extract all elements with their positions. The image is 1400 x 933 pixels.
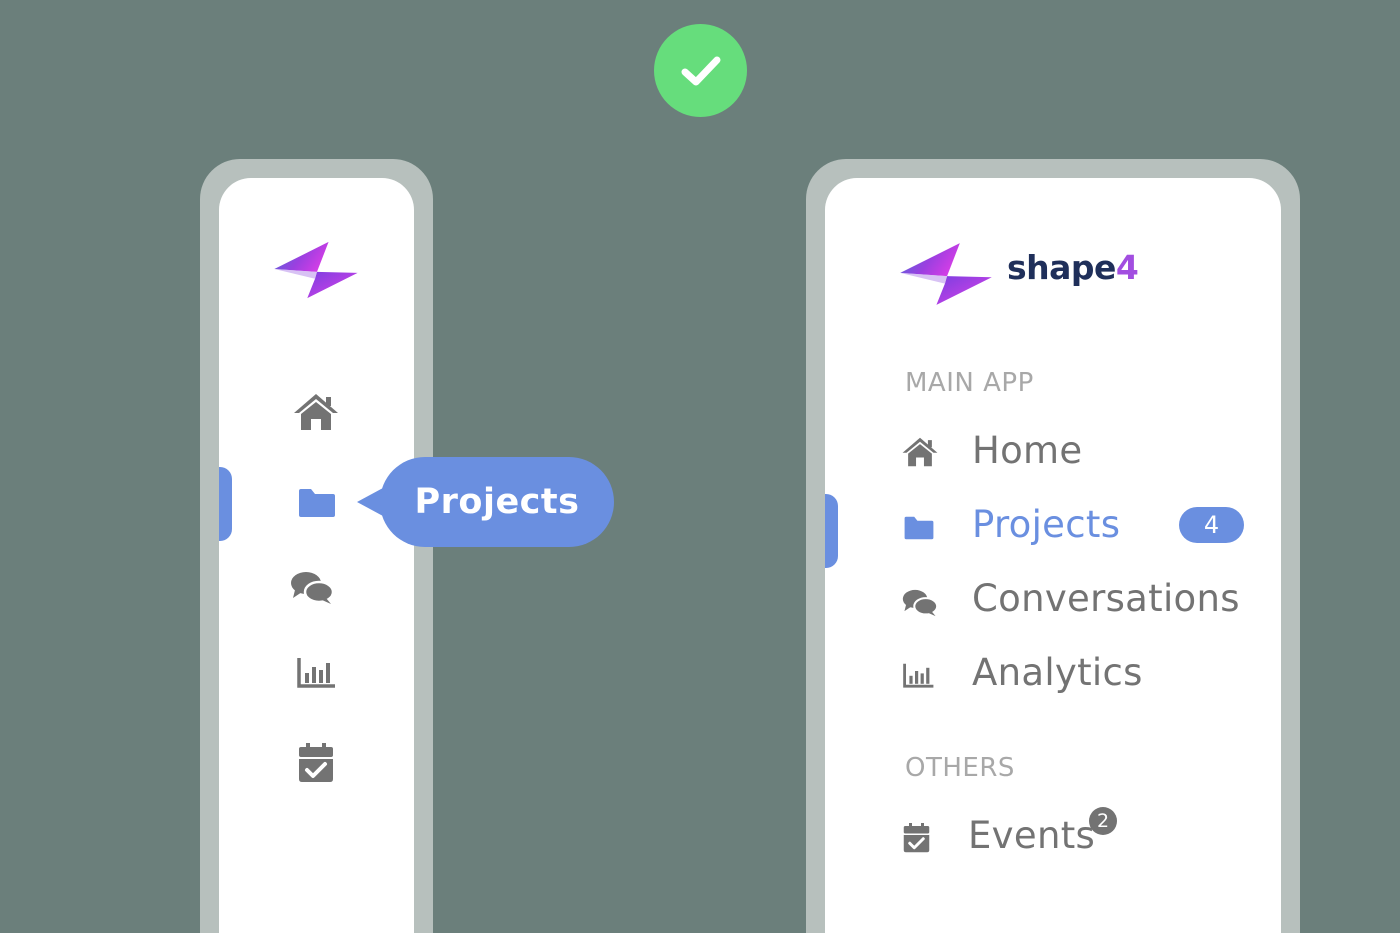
projects-count-badge: 4 — [1179, 507, 1244, 543]
success-badge — [654, 24, 747, 117]
home-icon — [901, 436, 939, 468]
bolt-logo-icon[interactable] — [898, 241, 994, 307]
calendar-check-icon[interactable] — [298, 743, 334, 783]
brand-name: shape4 — [1007, 248, 1139, 287]
bar-chart-icon — [903, 662, 935, 688]
active-indicator — [825, 494, 838, 568]
nav-item-conversations[interactable]: Conversations — [972, 577, 1240, 620]
calendar-check-icon — [903, 823, 930, 853]
home-icon[interactable] — [292, 392, 340, 432]
projects-tooltip: Projects — [380, 457, 614, 547]
section-label-others: OTHERS — [905, 753, 1015, 783]
events-count-badge: 2 — [1089, 807, 1117, 835]
nav-item-events[interactable]: Events — [968, 814, 1095, 857]
bolt-logo-icon[interactable] — [272, 240, 360, 300]
bar-chart-icon[interactable] — [297, 656, 337, 688]
nav-item-home[interactable]: Home — [972, 429, 1082, 472]
chat-icon — [902, 588, 938, 618]
check-icon — [681, 56, 720, 85]
section-label-main-app: MAIN APP — [905, 368, 1034, 398]
active-indicator — [219, 467, 232, 541]
folder-icon[interactable] — [297, 487, 337, 519]
nav-item-analytics[interactable]: Analytics — [972, 651, 1143, 694]
folder-icon — [903, 515, 935, 541]
chat-icon[interactable] — [290, 570, 334, 606]
nav-item-projects[interactable]: Projects — [972, 503, 1120, 546]
